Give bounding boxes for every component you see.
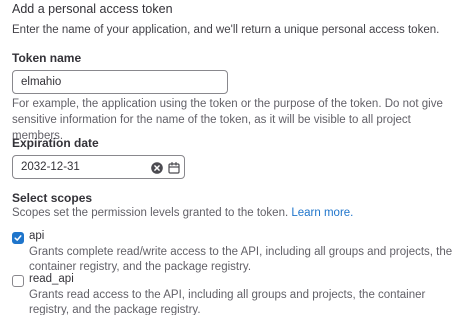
personal-access-token-form: Add a personal access token Enter the na… — [0, 0, 474, 315]
expiration-date-field — [12, 155, 185, 179]
token-name-label: Token name — [12, 51, 82, 65]
learn-more-link[interactable]: Learn more. — [291, 207, 353, 219]
expiration-date-label: Expiration date — [12, 136, 99, 150]
scope-read-api-checkbox[interactable] — [12, 275, 24, 287]
scope-read-api-label[interactable]: read_api — [29, 273, 74, 285]
calendar-icon[interactable] — [168, 161, 180, 174]
scope-read-api-description: Grants read access to the API, including… — [29, 289, 426, 315]
page-intro: Enter the name of your application, and … — [12, 24, 440, 36]
scope-api-checkbox[interactable] — [12, 232, 24, 244]
clear-icon[interactable] — [151, 161, 163, 174]
scopes-label: Select scopes — [12, 191, 93, 205]
checkmark-icon — [14, 235, 22, 241]
scope-api-description: Grants complete read/write access to the… — [29, 246, 453, 273]
expiration-date-input[interactable] — [13, 156, 143, 178]
token-name-input[interactable] — [12, 70, 228, 94]
scope-api-label[interactable]: api — [29, 230, 44, 242]
scopes-help: Scopes set the permission levels granted… — [12, 205, 464, 221]
scopes-help-text: Scopes set the permission levels granted… — [12, 207, 289, 219]
page-title: Add a personal access token — [12, 2, 173, 16]
